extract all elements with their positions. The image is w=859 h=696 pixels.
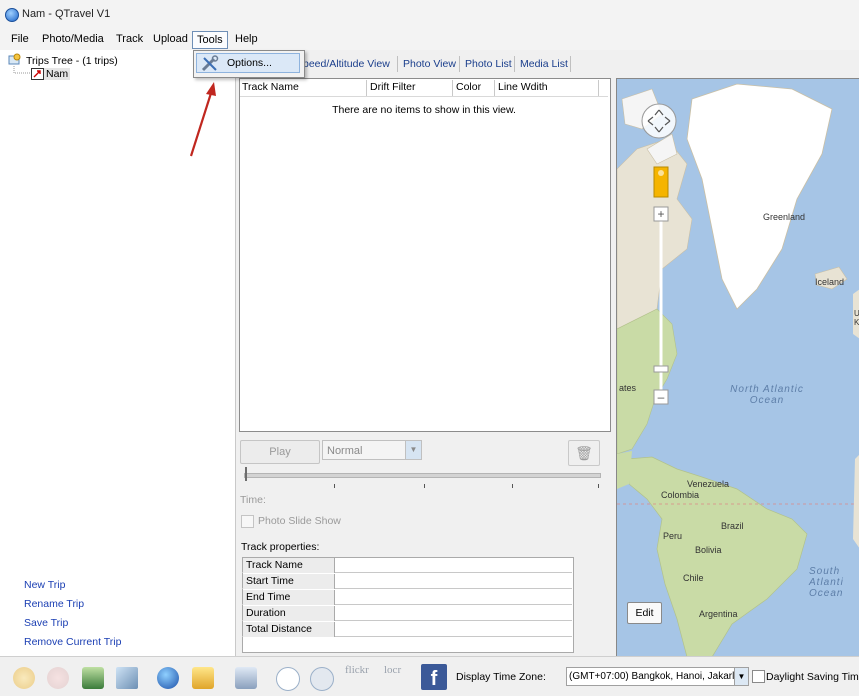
map-edit-button[interactable]: Edit <box>627 602 662 624</box>
record-icon[interactable] <box>47 667 69 689</box>
map-label-north-atlantic: North Atlantic Ocean <box>730 384 804 406</box>
track-properties-label: Track properties: <box>241 541 320 553</box>
map-view[interactable]: + – Greenland Iceland U K ates North Atl… <box>616 78 859 658</box>
property-track-name: Track Name <box>243 558 335 573</box>
map-label-south-atlantic: South Atlanti Ocean <box>809 566 844 599</box>
window-title: Nam - QTravel V1 <box>22 8 111 20</box>
menu-photo-media[interactable]: Photo/Media <box>40 33 106 45</box>
trash-icon: 🗑 <box>575 445 593 461</box>
tab-separator <box>397 56 398 72</box>
map-label-chile: Chile <box>683 573 704 583</box>
save-trip-link[interactable]: Save Trip <box>24 617 68 629</box>
daylight-saving-label: Daylight Saving Time <box>766 671 859 683</box>
map-label-peru: Peru <box>663 531 683 541</box>
app-icon <box>5 8 19 22</box>
timezone-value: (GMT+07:00) Bangkok, Hanoi, Jakarl <box>569 671 735 682</box>
tree-connector <box>13 66 31 74</box>
trips-tree-icon <box>8 53 21 65</box>
annotation-arrow-icon <box>189 82 216 157</box>
map-label-iceland: Iceland <box>815 277 845 287</box>
facebook-icon[interactable]: f <box>421 664 447 690</box>
speed-select[interactable]: Normal ▼ <box>322 440 422 460</box>
tab-separator <box>570 56 571 72</box>
photo-sun-icon[interactable] <box>13 667 35 689</box>
column-separator <box>598 80 599 96</box>
play-button[interactable]: Play <box>240 440 320 464</box>
map-label-colombia: Colombia <box>661 490 700 500</box>
time-label: Time: <box>240 494 266 506</box>
photo-import-icon[interactable] <box>235 667 257 689</box>
satellite-icon[interactable] <box>116 667 138 689</box>
map-label-argentina: Argentina <box>699 609 738 619</box>
options-menu-label: Options... <box>227 57 272 69</box>
slider-tick <box>424 484 425 488</box>
chevron-down-icon: ▼ <box>405 441 421 459</box>
map-label-bolivia: Bolivia <box>695 545 722 555</box>
map-label-venezuela: Venezuela <box>687 479 730 489</box>
map-label-edge: U K <box>854 309 859 327</box>
svg-text:+: + <box>657 207 664 221</box>
title-bar: Nam - QTravel V1 <box>0 0 859 30</box>
column-separator <box>494 80 495 96</box>
map-label-brazil: Brazil <box>721 521 744 531</box>
new-trip-link[interactable]: New Trip <box>24 579 65 591</box>
clock-icon[interactable] <box>276 667 300 691</box>
tab-media-list[interactable]: Media List <box>520 58 568 70</box>
column-line-width[interactable]: Line Wdith <box>498 81 548 93</box>
photo-slide-show-checkbox[interactable] <box>241 515 254 528</box>
tree-item-nam[interactable]: Nam <box>44 68 71 80</box>
chevron-down-icon: ▼ <box>734 668 748 685</box>
tab-photo-view[interactable]: Photo View <box>403 58 456 70</box>
trip-icon <box>31 68 44 80</box>
tab-speed-altitude-view[interactable]: peed/Altitude View <box>303 58 390 70</box>
header-divider <box>240 96 608 97</box>
tab-separator <box>514 56 515 72</box>
folder-open-icon[interactable] <box>192 667 214 689</box>
flickr-icon[interactable]: flickr <box>345 664 375 690</box>
globe-icon[interactable] <box>157 667 179 689</box>
property-total-distance: Total Distance <box>243 622 335 637</box>
map-label-states: ates <box>619 383 637 393</box>
empty-list-message: There are no items to show in this view. <box>332 104 516 116</box>
scanner-icon[interactable] <box>82 667 104 689</box>
delete-button[interactable]: 🗑 <box>568 440 600 466</box>
column-drift-filter[interactable]: Drift Filter <box>370 81 416 93</box>
timeline-slider-thumb[interactable] <box>245 467 247 481</box>
property-duration: Duration <box>243 606 335 621</box>
column-separator <box>452 80 453 96</box>
tree-root-label[interactable]: Trips Tree - (1 trips) <box>26 55 118 67</box>
column-separator <box>366 80 367 96</box>
locr-icon[interactable]: locr <box>384 664 414 690</box>
daylight-saving-checkbox[interactable] <box>752 670 765 683</box>
timezone-label: Display Time Zone: <box>456 671 546 683</box>
menu-help[interactable]: Help <box>233 33 260 45</box>
timeline-slider[interactable] <box>244 473 601 478</box>
tab-photo-list[interactable]: Photo List <box>465 58 512 70</box>
menu-file[interactable]: File <box>9 33 31 45</box>
slider-tick <box>512 484 513 488</box>
menu-tools[interactable]: Tools <box>192 31 228 49</box>
svg-text:–: – <box>658 390 665 404</box>
menu-track[interactable]: Track <box>114 33 145 45</box>
speed-value: Normal <box>327 445 363 457</box>
track-list[interactable] <box>239 78 611 432</box>
slider-tick <box>598 484 599 488</box>
camera-icon[interactable] <box>310 667 334 691</box>
property-start-time: Start Time <box>243 574 335 589</box>
tools-dropdown-menu: Options... <box>193 50 305 78</box>
tab-separator <box>459 56 460 72</box>
photo-slide-show-label: Photo Slide Show <box>258 515 341 527</box>
map-label-greenland: Greenland <box>763 212 806 222</box>
column-color[interactable]: Color <box>456 81 481 93</box>
wrench-screwdriver-icon <box>201 55 219 72</box>
rename-trip-link[interactable]: Rename Trip <box>24 598 84 610</box>
column-track-name[interactable]: Track Name <box>242 81 299 93</box>
timezone-select[interactable]: (GMT+07:00) Bangkok, Hanoi, Jakarl ▼ <box>566 667 749 686</box>
property-end-time: End Time <box>243 590 335 605</box>
slider-tick <box>334 484 335 488</box>
menu-upload[interactable]: Upload <box>151 33 190 45</box>
remove-trip-link[interactable]: Remove Current Trip <box>24 636 121 648</box>
